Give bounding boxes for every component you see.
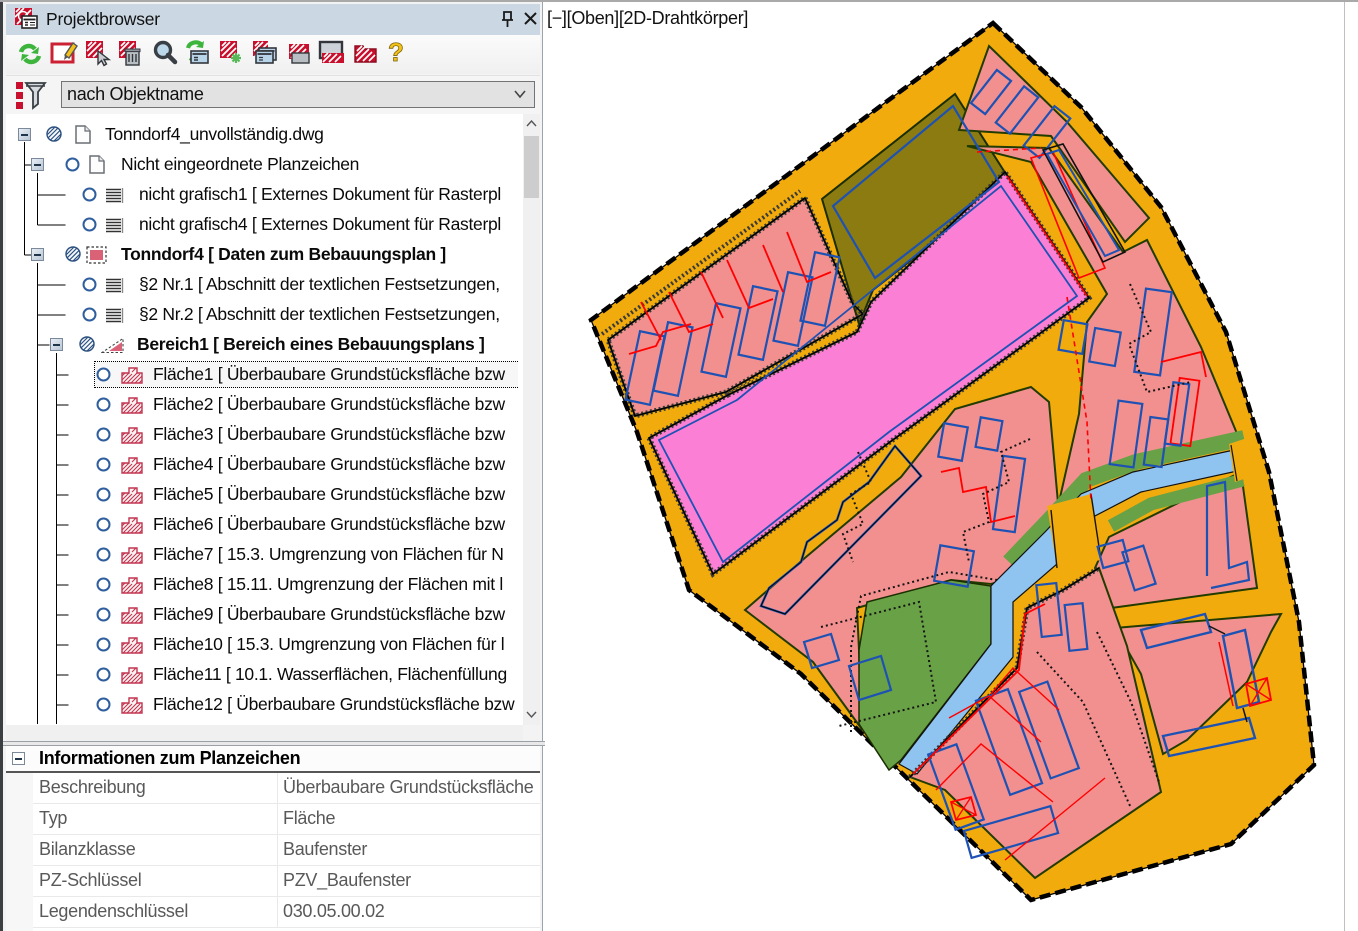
svg-text:?: ? bbox=[388, 37, 404, 67]
